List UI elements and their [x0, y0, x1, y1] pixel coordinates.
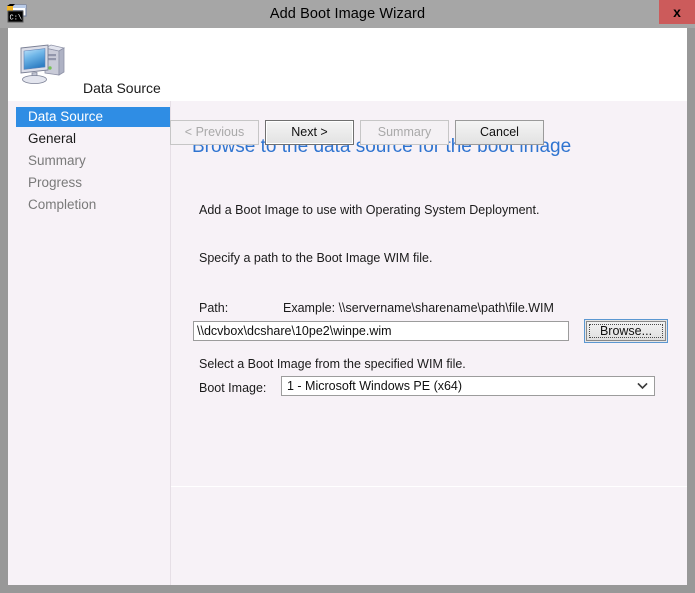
boot-image-select[interactable]: 1 - Microsoft Windows PE (x64) — [281, 376, 655, 396]
previous-button[interactable]: < Previous — [170, 120, 259, 145]
window-title: Add Boot Image Wizard — [269, 6, 426, 22]
footer-bar — [171, 487, 687, 585]
computer-icon — [18, 42, 66, 86]
next-button[interactable]: Next > — [265, 120, 354, 145]
path-label: Path: — [199, 301, 229, 315]
path-input[interactable] — [193, 321, 569, 341]
sidebar-item-data-source[interactable]: Data Source — [16, 107, 170, 127]
browse-button[interactable]: Browse... — [584, 319, 668, 343]
sidebar-item-general[interactable]: General — [16, 129, 170, 149]
browse-button-label: Browse... — [599, 324, 653, 338]
summary-button[interactable]: Summary — [360, 120, 449, 145]
title-bar: C:\ Add Boot Image Wizard x — [0, 0, 695, 28]
header-banner: Data Source — [8, 28, 687, 101]
wizard-window: C:\ Add Boot Image Wizard x Data Source … — [0, 0, 695, 593]
boot-image-instruction: Select a Boot Image from the specified W… — [199, 357, 466, 371]
intro-paragraph: Add a Boot Image to use with Operating S… — [199, 203, 540, 217]
close-button[interactable]: x — [659, 0, 695, 24]
path-instruction: Specify a path to the Boot Image WIM fil… — [199, 251, 433, 265]
boot-image-label: Boot Image: — [199, 381, 267, 395]
wizard-sidebar: Data Source General Summary Progress Com… — [8, 101, 170, 585]
client-area: Data Source Data Source General Summary … — [8, 28, 687, 585]
cancel-button[interactable]: Cancel — [455, 120, 544, 145]
close-icon: x — [673, 4, 681, 20]
page-title: Data Source — [83, 80, 161, 96]
chevron-down-icon — [634, 377, 651, 395]
path-example-text: Example: \\servername\sharename\path\fil… — [283, 301, 554, 315]
boot-image-selected-value: 1 - Microsoft Windows PE (x64) — [287, 379, 463, 393]
sidebar-item-progress[interactable]: Progress — [16, 173, 170, 193]
sidebar-item-summary[interactable]: Summary — [16, 151, 170, 171]
sidebar-item-completion[interactable]: Completion — [16, 195, 170, 215]
